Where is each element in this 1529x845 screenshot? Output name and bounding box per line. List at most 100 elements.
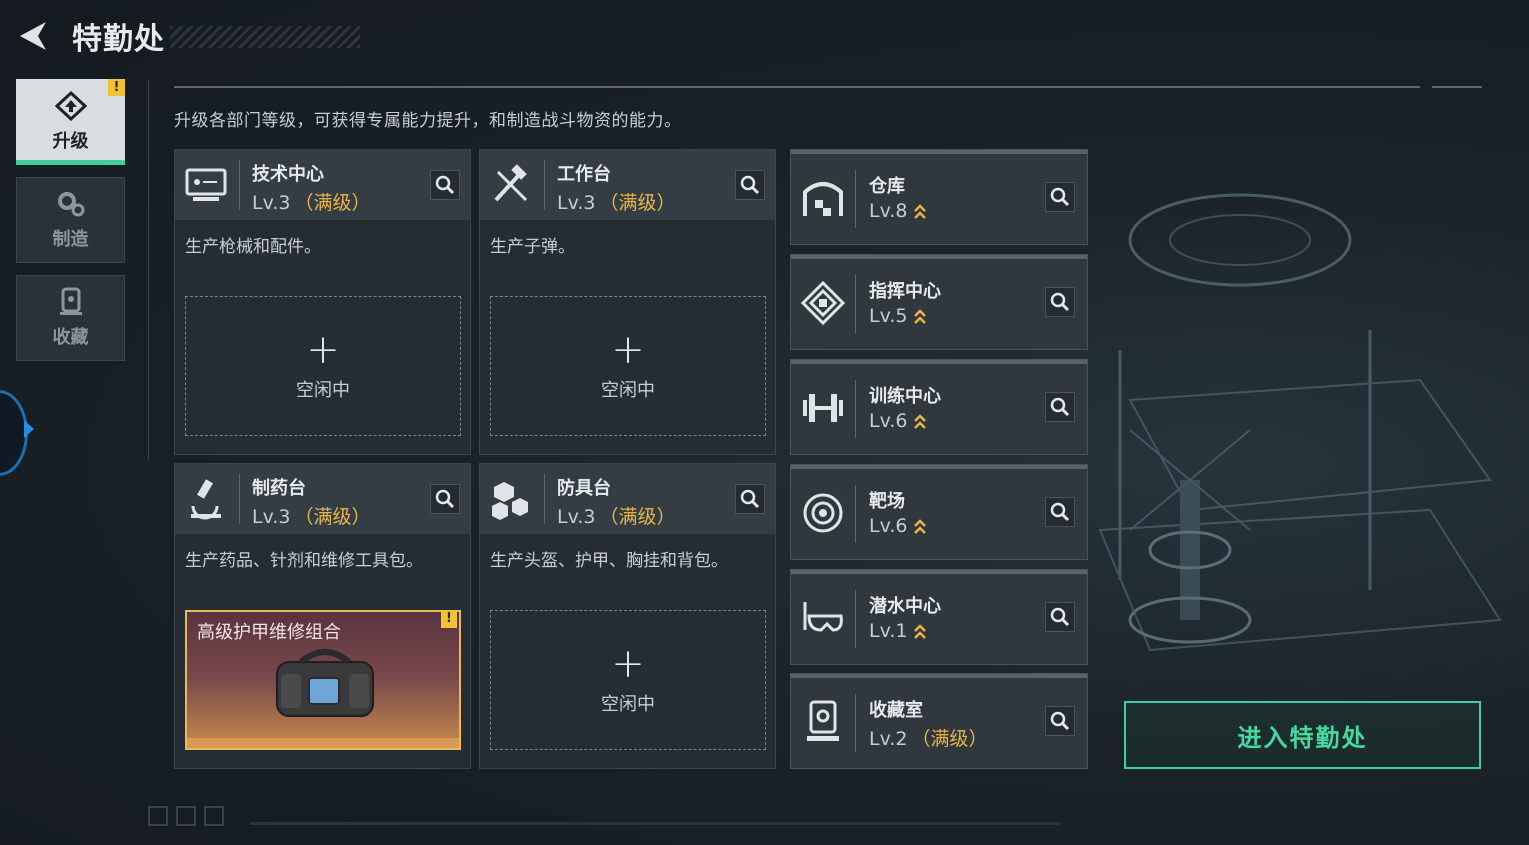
search-icon (1050, 292, 1070, 312)
workshop-description: 生产枪械和配件。 (185, 237, 321, 257)
active-tab-indicator (16, 160, 125, 165)
workshop-name: 制药台 (252, 478, 306, 499)
base-blueprint-illustration (1098, 193, 1502, 652)
separator (544, 474, 545, 524)
upgrade-available-icon (914, 623, 927, 639)
workshop-description: 生产头盔、护甲、胸挂和背包。 (490, 551, 728, 571)
workshop-description: 生产药品、针剂和维修工具包。 (185, 551, 423, 571)
inspect-button[interactable] (1045, 182, 1075, 212)
upgrade-available-icon (914, 518, 927, 534)
inspect-button[interactable] (430, 484, 460, 514)
search-icon (740, 175, 760, 195)
card-header: 防具台 Lv.3 （满级） (480, 464, 775, 534)
separator (239, 474, 240, 524)
building-name: 训练中心 (869, 386, 941, 407)
search-icon (1050, 502, 1070, 522)
card-header: 技术中心 Lv.3 （满级） (175, 150, 470, 220)
building-diving-center[interactable]: 潜水中心 Lv.1 (790, 569, 1088, 665)
workshop-level: Lv.3 （满级） (557, 192, 676, 214)
enter-special-ops-button[interactable]: 进入特勤处 (1124, 701, 1481, 769)
inspect-button[interactable] (735, 484, 765, 514)
title-decoration (170, 26, 360, 48)
workshop-name: 工作台 (557, 164, 611, 185)
max-level-label: （满级） (599, 506, 676, 528)
production-slot-empty[interactable]: + 空闲中 (490, 296, 766, 436)
add-icon: + (611, 641, 645, 687)
building-name: 指挥中心 (869, 281, 941, 302)
building-level: Lv.5 (869, 305, 927, 328)
product-name: 高级护甲维修组合 (197, 622, 341, 643)
search-icon (1050, 397, 1070, 417)
search-icon (1050, 711, 1070, 731)
add-icon: + (611, 327, 645, 373)
repair-kit-bag-image (276, 649, 374, 717)
production-slot-empty[interactable]: + 空闲中 (490, 610, 766, 750)
separator (855, 485, 856, 543)
inspect-button[interactable] (1045, 602, 1075, 632)
add-icon: + (306, 327, 340, 373)
inspect-button[interactable] (1045, 706, 1075, 736)
search-icon (1050, 187, 1070, 207)
separator (855, 275, 856, 333)
back-arrow-icon[interactable] (16, 18, 52, 54)
building-collection-room[interactable]: 收藏室 Lv.2 （满级） (790, 673, 1088, 769)
inspect-button[interactable] (735, 170, 765, 200)
header-divider-end (1432, 86, 1482, 88)
workshop-level: Lv.3 （满级） (252, 506, 371, 528)
search-icon (740, 489, 760, 509)
workshop-card-pharmacy[interactable]: 制药台 Lv.3 （满级） 生产药品、针剂和维修工具包。 高级护甲维修组合 ! (174, 463, 471, 769)
separator (855, 170, 856, 228)
separator (855, 590, 856, 648)
alert-badge: ! (441, 610, 457, 628)
building-level: Lv.8 (869, 200, 927, 223)
max-level-label: （满级） (294, 192, 371, 214)
warehouse-icon (803, 182, 843, 216)
target-icon (803, 493, 843, 533)
building-command-center[interactable]: 指挥中心 Lv.5 (790, 254, 1088, 350)
card-header: 工作台 Lv.3 （满级） (480, 150, 775, 220)
workshop-level: Lv.3 （满级） (252, 192, 371, 214)
building-name: 收藏室 (869, 700, 923, 721)
armor-parts-icon (492, 482, 528, 520)
workshop-name: 技术中心 (252, 164, 324, 185)
card-topbar (791, 360, 1087, 364)
tab-collection[interactable]: 收藏 (16, 275, 125, 361)
sidebar-divider (148, 80, 149, 460)
command-icon (800, 280, 846, 326)
production-slot-empty[interactable]: + 空闲中 (185, 296, 461, 436)
expand-arrow-icon[interactable] (24, 420, 34, 438)
building-name: 仓库 (869, 176, 905, 197)
separator (855, 380, 856, 438)
tab-craft[interactable]: 制造 (16, 177, 125, 263)
slot-status: 空闲中 (296, 380, 350, 401)
building-warehouse[interactable]: 仓库 Lv.8 (790, 149, 1088, 245)
search-icon (435, 489, 455, 509)
inspect-button[interactable] (1045, 392, 1075, 422)
card-topbar (791, 255, 1087, 259)
workshop-card-armor-bench[interactable]: 防具台 Lv.3 （满级） 生产头盔、护甲、胸挂和背包。 + 空闲中 (479, 463, 776, 769)
workshop-card-tech-center[interactable]: 技术中心 Lv.3 （满级） 生产枪械和配件。 + 空闲中 (174, 149, 471, 455)
inspect-button[interactable] (1045, 287, 1075, 317)
card-topbar (791, 674, 1087, 678)
upgrade-available-icon (914, 308, 927, 324)
inspect-button[interactable] (430, 170, 460, 200)
upgrade-available-icon (914, 203, 927, 219)
building-level: Lv.6 (869, 410, 927, 433)
header-divider (174, 86, 1420, 88)
building-name: 潜水中心 (869, 596, 941, 617)
separator (855, 694, 856, 752)
gear-icon (57, 192, 84, 217)
diving-mask-icon (803, 602, 843, 632)
dumbbell-icon (803, 394, 843, 422)
inspect-button[interactable] (1045, 497, 1075, 527)
production-slot-item[interactable]: 高级护甲维修组合 ! (185, 610, 461, 750)
separator (544, 160, 545, 210)
card-topbar (791, 150, 1087, 154)
separator (239, 160, 240, 210)
building-training-center[interactable]: 训练中心 Lv.6 (790, 359, 1088, 455)
building-shooting-range[interactable]: 靶场 Lv.6 (790, 464, 1088, 560)
card-topbar (791, 465, 1087, 469)
building-name: 靶场 (869, 491, 905, 512)
workshop-card-workbench[interactable]: 工作台 Lv.3 （满级） 生产子弹。 + 空闲中 (479, 149, 776, 455)
collection-room-icon (807, 700, 839, 741)
